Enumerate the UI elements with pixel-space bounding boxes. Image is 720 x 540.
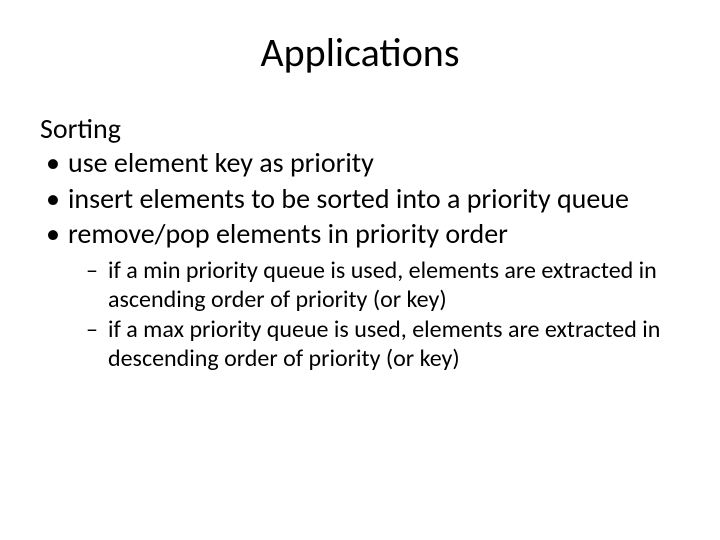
bullet-list: use element key as priority insert eleme…	[40, 146, 680, 374]
slide-title: Applications	[40, 28, 680, 77]
list-item: remove/pop elements in priority order if…	[68, 217, 680, 374]
list-item: use element key as priority	[68, 146, 680, 180]
slide: Applications Sorting use element key as …	[0, 0, 720, 540]
section-heading: Sorting	[40, 111, 680, 146]
list-item: if a max priority queue is used, element…	[108, 316, 680, 374]
list-item: if a min priority queue is used, element…	[108, 257, 680, 315]
sub-bullet-list: if a min priority queue is used, element…	[68, 257, 680, 374]
list-item-text: remove/pop elements in priority order	[68, 216, 508, 251]
list-item: insert elements to be sorted into a prio…	[68, 182, 680, 216]
